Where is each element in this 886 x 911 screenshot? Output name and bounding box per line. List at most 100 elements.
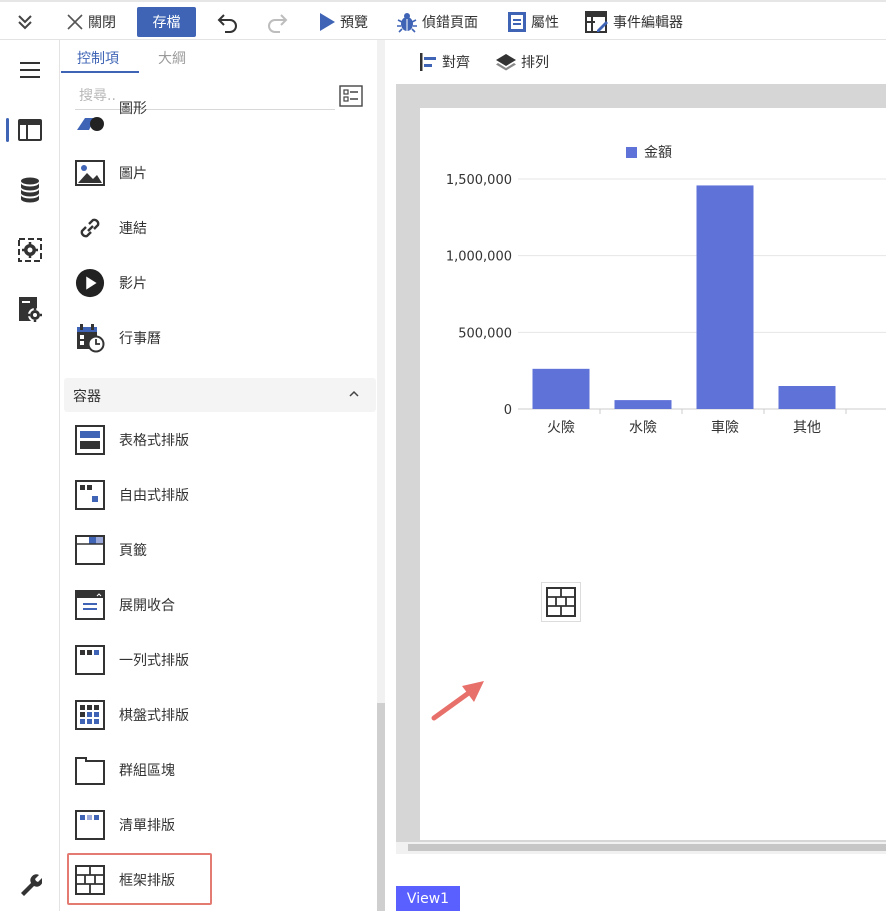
document-gear-icon <box>19 297 42 322</box>
align-left-icon <box>420 53 436 71</box>
control-item-link[interactable]: 連結 <box>75 208 365 248</box>
control-item-label: 自由式排版 <box>119 488 189 504</box>
control-item-label: 行事曆 <box>119 331 161 347</box>
control-item-tabs[interactable]: 頁籤 <box>75 530 365 570</box>
pointer-arrow-icon <box>431 681 484 721</box>
top-toolbar: 關閉 存檔 預覽 偵錯頁面 屬性 事件編輯器 <box>0 0 886 40</box>
preview-button[interactable]: 預覽 <box>318 8 368 36</box>
control-item-label: 圖片 <box>119 166 147 182</box>
chevron-up-icon <box>349 390 359 397</box>
control-item-collapse[interactable]: 展開收合 <box>75 585 365 625</box>
table-layout-icon <box>75 425 105 455</box>
page-settings-rail-button[interactable] <box>16 296 44 324</box>
undo-button[interactable] <box>216 8 240 36</box>
control-item-row-layout[interactable]: 一列式排版 <box>75 640 365 680</box>
x-tick-label: 其他 <box>793 420 821 436</box>
y-tick-label: 1,000,000 <box>446 250 512 265</box>
link-icon <box>75 213 105 243</box>
close-icon <box>67 14 83 30</box>
controls-panel: 控制項 大綱 圖形 圖片 <box>61 40 383 911</box>
x-tick-label: 水險 <box>629 420 657 436</box>
layers-icon <box>496 54 516 71</box>
double-chevron-down-icon <box>18 15 32 30</box>
control-item-calendar[interactable]: 行事曆 <box>75 318 365 358</box>
collapse-toolbar-button[interactable] <box>14 8 36 36</box>
event-editor-icon <box>585 11 608 33</box>
redo-icon <box>268 14 288 33</box>
frame-layout-placeholder[interactable] <box>541 582 581 622</box>
control-item-video[interactable]: 影片 <box>75 263 365 303</box>
database-rail-button[interactable] <box>16 176 44 204</box>
menu-button[interactable] <box>16 56 44 84</box>
screen-gear-icon <box>18 238 42 262</box>
shape-icon <box>75 104 105 134</box>
bar <box>696 185 754 409</box>
list-layout-icon <box>75 810 105 840</box>
bar <box>532 368 590 409</box>
play-icon <box>320 13 335 31</box>
event-editor-label: 事件編輯器 <box>613 15 683 31</box>
close-button[interactable]: 關閉 <box>66 8 116 36</box>
tab-outline[interactable]: 大綱 <box>158 48 186 68</box>
control-item-shape[interactable]: 圖形 <box>75 100 365 138</box>
image-icon <box>75 158 105 188</box>
controls-rail-button[interactable] <box>16 116 44 144</box>
row-layout-icon <box>75 645 105 675</box>
control-item-image[interactable]: 圖片 <box>75 153 365 193</box>
control-item-label: 連結 <box>119 221 147 237</box>
canvas-toolbar: 對齊 排列 <box>396 40 886 82</box>
y-tick-label: 1,500,000 <box>446 173 512 188</box>
legend-label: 金額 <box>644 145 672 161</box>
left-rail <box>0 40 60 911</box>
properties-button[interactable]: 屬性 <box>507 8 559 36</box>
control-item-frame-layout[interactable]: 框架排版 <box>75 860 365 900</box>
control-item-label: 框架排版 <box>119 873 175 889</box>
control-item-label: 表格式排版 <box>119 433 189 449</box>
group-block-icon <box>75 755 105 785</box>
legend-swatch <box>626 147 637 158</box>
control-item-label: 清單排版 <box>119 818 175 834</box>
panel-scrollbar-thumb[interactable] <box>377 703 385 911</box>
tools-rail-button[interactable] <box>16 870 44 898</box>
calendar-icon <box>75 323 105 353</box>
x-tick-label: 火險 <box>547 420 575 436</box>
control-item-label: 展開收合 <box>119 598 175 614</box>
settings-rail-button[interactable] <box>16 236 44 264</box>
frame-layout-icon <box>75 865 105 895</box>
control-item-free-layout[interactable]: 自由式排版 <box>75 475 365 515</box>
bar-chart[interactable]: 金額 1,500,000 1,000,000 500,000 0 火險 水險 車險 其他 <box>420 135 886 445</box>
redo-button[interactable] <box>265 8 289 36</box>
control-item-label: 頁籤 <box>119 543 147 559</box>
preview-label: 預覽 <box>340 15 368 31</box>
view-tab[interactable]: View1 <box>396 886 460 911</box>
rail-active-indicator <box>6 118 9 142</box>
save-button[interactable]: 存檔 <box>137 7 196 37</box>
grid-layout-icon <box>75 700 105 730</box>
x-tick-label: 車險 <box>711 419 739 436</box>
y-tick-label: 0 <box>504 403 512 418</box>
undo-icon <box>217 14 237 33</box>
bar <box>778 386 836 409</box>
event-editor-button[interactable]: 事件編輯器 <box>585 8 683 36</box>
close-label: 關閉 <box>88 15 116 31</box>
control-item-grid-layout[interactable]: 棋盤式排版 <box>75 695 365 735</box>
properties-icon <box>508 12 526 32</box>
hamburger-icon <box>20 62 40 78</box>
wrench-icon <box>21 874 42 896</box>
control-item-label: 棋盤式排版 <box>119 708 189 724</box>
control-item-group-block[interactable]: 群組區塊 <box>75 750 365 790</box>
section-label: 容器 <box>73 389 101 405</box>
container-section-header[interactable]: 容器 <box>64 378 376 412</box>
debug-page-button[interactable]: 偵錯頁面 <box>396 8 478 36</box>
control-item-label: 一列式排版 <box>119 653 189 669</box>
video-icon <box>75 268 105 298</box>
control-item-label: 影片 <box>119 276 147 292</box>
canvas-scrollbar-thumb[interactable] <box>408 844 886 851</box>
tab-controls[interactable]: 控制項 <box>77 48 119 68</box>
control-item-table-layout[interactable]: 表格式排版 <box>75 420 365 460</box>
align-button[interactable]: 對齊 <box>418 48 470 76</box>
active-tab-underline <box>61 71 139 73</box>
arrange-button[interactable]: 排列 <box>495 48 549 76</box>
control-item-list-layout[interactable]: 清單排版 <box>75 805 365 845</box>
y-tick-label: 500,000 <box>458 326 512 341</box>
